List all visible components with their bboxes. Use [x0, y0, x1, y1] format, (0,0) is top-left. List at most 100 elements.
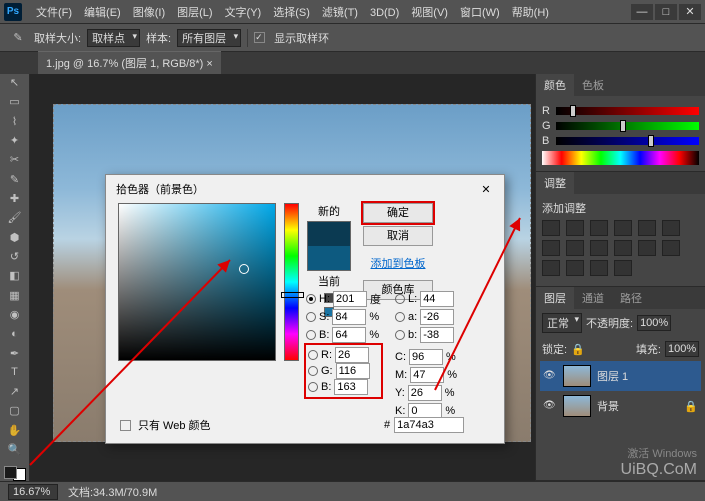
adj-icon[interactable]	[542, 240, 560, 256]
m-input[interactable]	[410, 367, 444, 383]
adj-icon[interactable]	[566, 260, 584, 276]
opacity-input[interactable]: 100%	[637, 315, 671, 331]
adj-icon[interactable]	[662, 220, 680, 236]
adj-icon[interactable]	[590, 260, 608, 276]
adj-icon[interactable]	[614, 220, 632, 236]
hex-input[interactable]	[394, 417, 464, 433]
pen-tool-icon[interactable]: ✒	[5, 346, 25, 359]
dodge-tool-icon[interactable]: ◐	[5, 327, 25, 340]
minimize-button[interactable]: —	[631, 4, 653, 20]
adj-icon[interactable]	[566, 220, 584, 236]
adj-icon[interactable]	[638, 240, 656, 256]
y-input[interactable]	[408, 385, 442, 401]
r-input[interactable]	[335, 347, 369, 363]
visibility-icon[interactable]	[543, 399, 557, 413]
menu-item[interactable]: 选择(S)	[267, 7, 316, 19]
hand-tool-icon[interactable]: ✋	[5, 424, 25, 437]
menu-item[interactable]: 图层(L)	[171, 7, 218, 19]
h-input[interactable]	[333, 291, 367, 307]
fg-bg-swatch[interactable]	[4, 466, 26, 481]
lock-icon[interactable]: 🔒	[571, 343, 585, 356]
current-color-swatch[interactable]	[308, 246, 350, 270]
s-radio[interactable]	[306, 312, 316, 322]
h-radio[interactable]	[306, 294, 316, 304]
cancel-button[interactable]: 取消	[363, 226, 433, 246]
document-tab[interactable]: 1.jpg @ 16.7% (图层 1, RGB/8*) ×	[38, 51, 221, 74]
menu-item[interactable]: 编辑(E)	[78, 7, 127, 19]
adj-icon[interactable]	[566, 240, 584, 256]
swatches-tab[interactable]: 色板	[574, 74, 612, 96]
heal-tool-icon[interactable]: ✚	[5, 192, 25, 205]
s-input[interactable]	[332, 309, 366, 325]
channels-tab[interactable]: 通道	[574, 287, 612, 309]
menu-item[interactable]: 视图(V)	[405, 7, 454, 19]
color-field[interactable]	[118, 203, 276, 361]
r-slider[interactable]	[556, 107, 699, 115]
adj-icon[interactable]	[590, 240, 608, 256]
layer-thumbnail[interactable]	[563, 365, 591, 387]
layer-row[interactable]: 背景 🔒	[540, 391, 701, 421]
b-radio[interactable]	[308, 382, 318, 392]
add-swatch-link[interactable]: 添加到色板	[363, 255, 433, 271]
blur-tool-icon[interactable]: ◉	[5, 308, 25, 321]
eyedropper-tool-icon[interactable]: ✎	[5, 173, 25, 186]
b-input[interactable]	[334, 379, 368, 395]
g-slider[interactable]	[556, 122, 699, 130]
hue-slider[interactable]	[284, 203, 299, 361]
sample-size-dropdown[interactable]: 取样点	[87, 29, 140, 47]
fill-input[interactable]: 100%	[665, 341, 699, 357]
gradient-tool-icon[interactable]: ▦	[5, 288, 25, 301]
adj-icon[interactable]	[638, 220, 656, 236]
wand-tool-icon[interactable]: ✦	[5, 134, 25, 147]
show-ring-checkbox[interactable]	[254, 32, 265, 43]
history-brush-icon[interactable]: ↺	[5, 250, 25, 263]
zoom-tool-icon[interactable]: 🔍	[5, 443, 25, 456]
adjust-tab[interactable]: 调整	[536, 172, 574, 194]
menu-item[interactable]: 帮助(H)	[506, 7, 555, 19]
a-input[interactable]	[420, 309, 454, 325]
g-input[interactable]	[336, 363, 370, 379]
menu-item[interactable]: 3D(D)	[364, 7, 405, 19]
menu-item[interactable]: 文件(F)	[30, 7, 78, 19]
adj-icon[interactable]	[614, 240, 632, 256]
menu-item[interactable]: 滤镜(T)	[316, 7, 364, 19]
adj-icon[interactable]	[662, 240, 680, 256]
dialog-close-button[interactable]: ✕	[478, 181, 494, 197]
shape-tool-icon[interactable]: ▢	[5, 404, 25, 417]
c-input[interactable]	[409, 349, 443, 365]
b-slider[interactable]	[556, 137, 699, 145]
bval-radio[interactable]	[306, 330, 316, 340]
sample-layers-dropdown[interactable]: 所有图层	[177, 29, 241, 47]
layer-thumbnail[interactable]	[563, 395, 591, 417]
menu-item[interactable]: 窗口(W)	[454, 7, 506, 19]
close-button[interactable]: ✕	[679, 4, 701, 20]
bval-input[interactable]	[332, 327, 366, 343]
menu-item[interactable]: 图像(I)	[127, 7, 171, 19]
l-radio[interactable]	[395, 294, 405, 304]
brush-tool-icon[interactable]: 🖌	[5, 211, 25, 224]
path-tool-icon[interactable]: ↗	[5, 385, 25, 398]
layers-tab[interactable]: 图层	[536, 287, 574, 309]
lasso-tool-icon[interactable]: ⌇	[5, 115, 25, 128]
blab-radio[interactable]	[395, 330, 405, 340]
hue-knob-icon[interactable]	[281, 292, 304, 298]
zoom-input[interactable]: 16.67%	[8, 484, 58, 500]
color-tab[interactable]: 颜色	[536, 74, 574, 96]
l-input[interactable]	[420, 291, 454, 307]
type-tool-icon[interactable]: T	[5, 366, 25, 379]
paths-tab[interactable]: 路径	[612, 287, 650, 309]
eraser-tool-icon[interactable]: ◧	[5, 269, 25, 282]
blab-input[interactable]	[420, 327, 454, 343]
stamp-tool-icon[interactable]: ⬢	[5, 231, 25, 244]
maximize-button[interactable]: □	[655, 4, 677, 20]
spectrum-bar[interactable]	[542, 151, 699, 165]
web-only-checkbox[interactable]	[120, 420, 131, 431]
crop-tool-icon[interactable]: ✂	[5, 153, 25, 166]
ok-button[interactable]: 确定	[363, 203, 433, 223]
adj-icon[interactable]	[542, 220, 560, 236]
g-radio[interactable]	[308, 366, 318, 376]
adj-icon[interactable]	[542, 260, 560, 276]
visibility-icon[interactable]	[543, 369, 557, 383]
move-tool-icon[interactable]: ↖	[5, 76, 25, 89]
layer-row[interactable]: 图层 1	[540, 361, 701, 391]
